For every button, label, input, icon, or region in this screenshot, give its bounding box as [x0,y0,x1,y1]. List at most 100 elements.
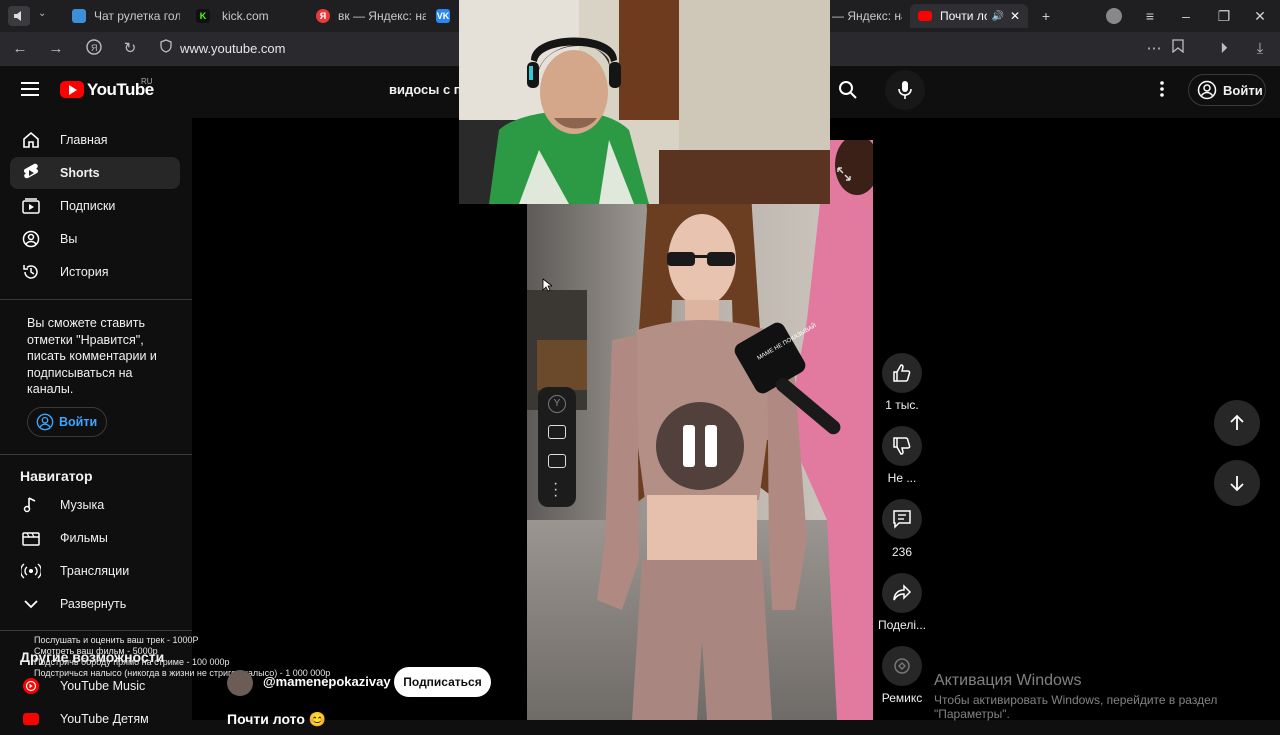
tab-yandex-vk[interactable]: Я вк — Яндекс: на [316,4,426,28]
guide-menu-icon[interactable] [21,82,39,96]
overlay-line: Послушать и оценить ваш трек - 1000Р [34,635,199,645]
sidebar-item-history[interactable]: История [10,256,180,288]
voice-search-button[interactable] [885,70,925,110]
tab-yandex-2[interactable]: — Яндекс: на [832,4,902,28]
sidebar-item-subscriptions[interactable]: Подписки [10,190,180,222]
downloads-icon[interactable]: ⤓ [1250,39,1270,59]
sidebar-item-expand[interactable]: Развернуть [10,588,180,620]
tab-kick[interactable]: K kick.com [196,4,304,28]
thumbs-up-icon [893,364,911,382]
comments-button[interactable] [882,499,922,539]
remix-icon [894,658,910,674]
share-button[interactable] [882,573,922,613]
comment-count: 236 [891,545,913,559]
yandex-home-icon[interactable]: Я [84,39,104,59]
signin-prompt: Вы сможете ставить отметки "Нравится", п… [27,315,177,398]
subtitles-icon[interactable] [548,425,566,439]
tab-label: вк — Яндекс: на [338,9,426,23]
login-label: Войти [1223,82,1263,98]
navigator-title: Навигатор [20,468,93,484]
kick-icon: K [196,9,210,23]
tabs-menu-icon[interactable]: ⌄ [38,8,46,19]
forward-icon[interactable]: → [46,39,66,59]
search-input[interactable]: видосы с п [389,82,462,97]
sidebar-item-music[interactable]: Музыка [10,489,180,521]
sidebar-item-label: Shorts [60,166,100,180]
sidebar-item-you[interactable]: Вы [10,223,180,255]
reload-icon[interactable]: ↻ [120,39,140,59]
tab-chat-roulette[interactable]: Чат рулетка гол [72,4,180,28]
sidebar-item-label: Вы [60,232,78,246]
sidebar-item-label: YouTube Детям [60,712,149,726]
new-tab-icon[interactable]: + [1036,6,1056,26]
sidebar-item-movies[interactable]: Фильмы [10,522,180,554]
sidebar-item-shorts[interactable]: Shorts [10,157,180,189]
mouse-cursor-icon [542,278,554,297]
like-button[interactable] [882,353,922,393]
webcam-image [459,0,830,204]
watermark-line: "Параметры". [934,707,1010,721]
back-icon[interactable]: ← [10,39,30,59]
more-actions-icon[interactable]: ⋯ [1144,39,1164,59]
you-icon [20,228,42,250]
sidebar-item-label: Трансляции [60,564,130,578]
tab-close-icon[interactable]: ✕ [1010,9,1020,23]
remix-button[interactable] [882,646,922,686]
sidebar-item-home[interactable]: Главная [10,124,180,156]
next-short-button[interactable] [1214,460,1260,506]
url-field[interactable]: www.youtube.com [180,41,286,56]
login-button[interactable]: Войти [1188,74,1266,106]
sidebar-divider [0,630,192,631]
sidebar-item-live[interactable]: Трансляции [10,555,180,587]
pause-button[interactable] [656,402,744,490]
browser-menu-icon[interactable]: ≡ [1140,6,1160,26]
restore-icon[interactable]: ❐ [1214,6,1234,26]
arrow-down-icon [1230,476,1244,492]
logo-play-icon [69,85,77,95]
expand-icon[interactable] [836,166,852,182]
channel-name[interactable]: @mamenepokazivay [263,674,391,689]
media-player-icon[interactable]: ⏵ [1214,39,1234,59]
comment-icon [893,510,911,529]
sidebar-item-label: Развернуть [60,597,127,611]
yandex-icon: Я [316,9,330,23]
tab-vk[interactable]: VK [436,4,458,28]
signin-prompt-line: Вы сможете ставить [27,316,146,330]
dislike-button[interactable] [882,426,922,466]
logo-region: RU [141,77,153,86]
video-toolbar: Y · · · [538,387,576,507]
bookmark-icon[interactable] [1168,39,1188,59]
tab-label: Почти лото [940,9,988,23]
pause-icon [683,425,717,467]
tab-favicon [72,9,86,23]
profile-icon[interactable] [1106,8,1122,24]
sidebar-item-youtube-kids[interactable]: YouTube Детям [10,703,180,735]
signin-prompt-line: подписываться на [27,365,133,380]
sidebar-login-label: Войти [59,415,98,429]
tab-youtube-active[interactable]: Почти лото 🔊 ✕ [910,4,1028,28]
signin-prompt-line: отметки "Нравится", [27,332,144,347]
channel-avatar[interactable] [227,670,253,696]
close-window-icon[interactable]: ✕ [1250,6,1270,26]
sidebar-item-label: Фильмы [60,531,108,545]
live-icon [20,560,42,582]
site-info-icon[interactable] [156,39,176,59]
search-button[interactable] [838,80,860,102]
alice-icon[interactable]: Y [548,395,566,413]
previous-short-button[interactable] [1214,400,1260,446]
sidebar-item-label: История [60,265,109,279]
subscribe-button[interactable]: Подписаться [394,667,491,697]
account-icon [1197,80,1217,100]
picture-in-picture-icon[interactable] [548,454,566,468]
sidebar-item-label: YouTube Music [60,679,146,693]
movies-icon [20,527,42,549]
sidebar-toggle-icon[interactable] [8,6,30,26]
sidebar-login-button[interactable]: Войти [27,407,107,437]
music-icon [20,494,42,516]
dislike-label: Не ... [887,471,917,485]
shorts-icon [20,162,42,184]
settings-more-icon[interactable] [1160,81,1168,99]
tab-audio-icon[interactable]: 🔊 [991,11,1003,22]
minimize-icon[interactable]: – [1176,6,1196,26]
more-vert-icon[interactable]: · · · [553,476,558,504]
